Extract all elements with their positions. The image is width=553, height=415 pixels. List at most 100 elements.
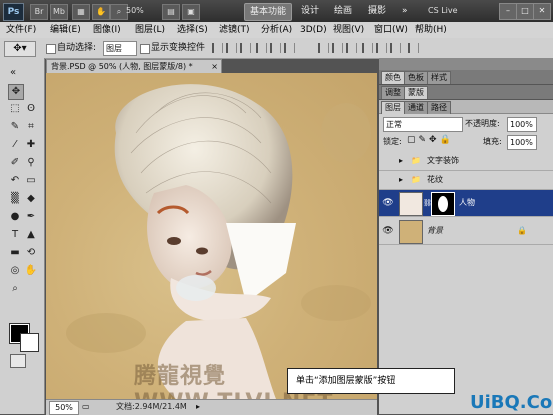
bridge-icon[interactable]: Br	[30, 4, 48, 20]
auto-select-checkbox[interactable]	[46, 44, 56, 54]
zoom-dropdown[interactable]: 50%	[126, 4, 158, 18]
layers-panel: 图层 通道 路径 正常 不透明度: 100% 锁定: ▢✎✥🔒 填充: 100%…	[379, 100, 553, 414]
distribute-left-icon[interactable]	[362, 43, 373, 53]
zoom-field[interactable]: 50%	[49, 401, 79, 415]
path-select-tool-icon[interactable]: ▲	[24, 228, 38, 242]
crop-tool-icon[interactable]: ⌗	[24, 120, 38, 134]
menu-edit[interactable]: 编辑(E)	[50, 23, 81, 37]
document-tab[interactable]: 背景.PSD @ 50% (人物, 图层蒙版/8) * ×	[46, 59, 222, 74]
align-bottom-icon[interactable]	[240, 43, 251, 53]
dodge-tool-icon[interactable]: ●	[8, 210, 22, 224]
tab-paths[interactable]: 路径	[427, 101, 451, 114]
expand-arrow-icon[interactable]: ▸	[399, 171, 403, 189]
blend-mode-select[interactable]: 正常	[383, 117, 463, 132]
type-tool-icon[interactable]: T	[8, 228, 22, 242]
marquee-tool-icon[interactable]: ⬚	[8, 102, 22, 116]
zoom-tool-icon-2[interactable]: ⌕	[8, 282, 22, 296]
visibility-icon[interactable]: 👁	[382, 190, 394, 208]
auto-select-dropdown[interactable]: 图层	[103, 41, 137, 56]
tab-channels[interactable]: 通道	[404, 101, 428, 114]
workspace-essentials[interactable]: 基本功能	[244, 3, 293, 21]
menu-window[interactable]: 窗口(W)	[374, 23, 408, 37]
align-vcenter-icon[interactable]	[226, 43, 237, 53]
3d-orbit-tool-icon[interactable]: ◎	[8, 264, 22, 278]
visibility-icon[interactable]	[382, 171, 394, 183]
tab-adjustments[interactable]: 调整	[381, 86, 405, 99]
tab-styles[interactable]: 样式	[427, 71, 451, 84]
visibility-icon[interactable]	[382, 152, 394, 164]
quick-mask-icon[interactable]	[10, 354, 26, 368]
menu-help[interactable]: 帮助(H)	[415, 23, 447, 37]
eraser-tool-icon[interactable]: ▭	[24, 174, 38, 188]
guides-icon[interactable]: ▦	[72, 4, 90, 20]
hand-tool-icon[interactable]: ✋	[92, 4, 110, 20]
layer-row-text-decoration[interactable]: ▸ 📁 文字装饰	[379, 152, 553, 171]
view-toggle-icon[interactable]: ▭	[82, 400, 90, 414]
layer-row-background[interactable]: 👁 背景 🔒	[379, 218, 553, 245]
menu-analysis[interactable]: 分析(A)	[261, 23, 292, 37]
background-color-swatch[interactable]	[20, 333, 39, 352]
lock-icons[interactable]: ▢✎✥🔒	[407, 135, 454, 145]
menu-file[interactable]: 文件(F)	[6, 23, 36, 37]
distribute-hcenter-icon[interactable]	[376, 43, 387, 53]
expand-arrow-icon[interactable]: ▸	[399, 152, 403, 170]
tab-masks[interactable]: 蒙版	[404, 86, 428, 99]
menu-3d[interactable]: 3D(D)	[300, 23, 327, 37]
layer-mask-thumbnail[interactable]	[431, 192, 455, 216]
align-top-icon[interactable]	[212, 43, 223, 53]
layer-row-figure[interactable]: 👁 ⛓ 人物	[379, 190, 553, 217]
hand-tool-icon-2[interactable]: ✋	[24, 264, 38, 278]
opacity-field[interactable]: 100%	[507, 117, 537, 132]
eyedropper-tool-icon[interactable]: ⁄	[8, 138, 22, 152]
move-tool-icon[interactable]: ✥	[8, 84, 24, 100]
status-menu-icon[interactable]: ▸	[196, 400, 200, 414]
lasso-tool-icon[interactable]: ʘ	[24, 102, 38, 116]
layer-row-pattern[interactable]: ▸ 📁 花纹	[379, 171, 553, 190]
stamp-tool-icon[interactable]: ⚲	[24, 156, 38, 170]
menu-layer[interactable]: 图层(L)	[135, 23, 165, 37]
align-hcenter-icon[interactable]	[270, 43, 281, 53]
gradient-tool-icon[interactable]: ▒	[8, 192, 22, 206]
align-left-icon[interactable]	[256, 43, 267, 53]
show-transform-checkbox[interactable]	[140, 44, 150, 54]
workspace-design[interactable]: 设计	[296, 3, 324, 19]
more-workspaces-icon[interactable]: »	[397, 3, 413, 19]
layer-name: 花纹	[427, 175, 443, 184]
distribute-bottom-icon[interactable]	[346, 43, 357, 53]
distribute-top-icon[interactable]	[318, 43, 329, 53]
arrange-documents-icon[interactable]: ▤	[162, 4, 180, 20]
canvas[interactable]: 腾龍視覺WWW.TLVI.NET	[46, 73, 377, 399]
menu-view[interactable]: 视图(V)	[333, 23, 364, 37]
auto-align-icon[interactable]	[408, 43, 419, 53]
tab-color[interactable]: 颜色	[381, 71, 405, 84]
shape-tool-icon[interactable]: ▬	[8, 246, 22, 260]
workspace-photography[interactable]: 摄影	[363, 3, 391, 19]
history-brush-icon[interactable]: ↶	[8, 174, 22, 188]
quick-select-tool-icon[interactable]: ✎	[8, 120, 22, 134]
close-document-icon[interactable]: ×	[211, 60, 218, 74]
minibridge-icon[interactable]: Mb	[50, 4, 68, 20]
minimize-icon[interactable]: –	[499, 3, 517, 20]
healing-tool-icon[interactable]: ✚	[24, 138, 38, 152]
menu-image[interactable]: 图像(I)	[93, 23, 121, 37]
distribute-right-icon[interactable]	[390, 43, 401, 53]
close-icon[interactable]: ✕	[533, 3, 551, 20]
tab-swatches[interactable]: 色板	[404, 71, 428, 84]
tool-preset-picker[interactable]: ✥▾	[4, 41, 36, 57]
maximize-icon[interactable]: □	[516, 3, 534, 20]
3d-rotate-tool-icon[interactable]: ⟲	[24, 246, 38, 260]
workspace-painting[interactable]: 绘画	[329, 3, 357, 19]
align-right-icon[interactable]	[284, 43, 295, 53]
collapse-toolbox-icon[interactable]: «	[6, 66, 20, 80]
cs-live-button[interactable]: CS Live	[428, 3, 498, 19]
distribute-vcenter-icon[interactable]	[332, 43, 343, 53]
blur-tool-icon[interactable]: ◆	[24, 192, 38, 206]
screen-mode-icon[interactable]: ▣	[182, 4, 200, 20]
brush-tool-icon[interactable]: ✐	[8, 156, 22, 170]
tab-layers[interactable]: 图层	[381, 101, 405, 114]
visibility-icon[interactable]: 👁	[382, 218, 394, 236]
menu-filter[interactable]: 滤镜(T)	[219, 23, 250, 37]
pen-tool-icon[interactable]: ✒	[24, 210, 38, 224]
fill-field[interactable]: 100%	[507, 135, 537, 150]
menu-select[interactable]: 选择(S)	[177, 23, 208, 37]
